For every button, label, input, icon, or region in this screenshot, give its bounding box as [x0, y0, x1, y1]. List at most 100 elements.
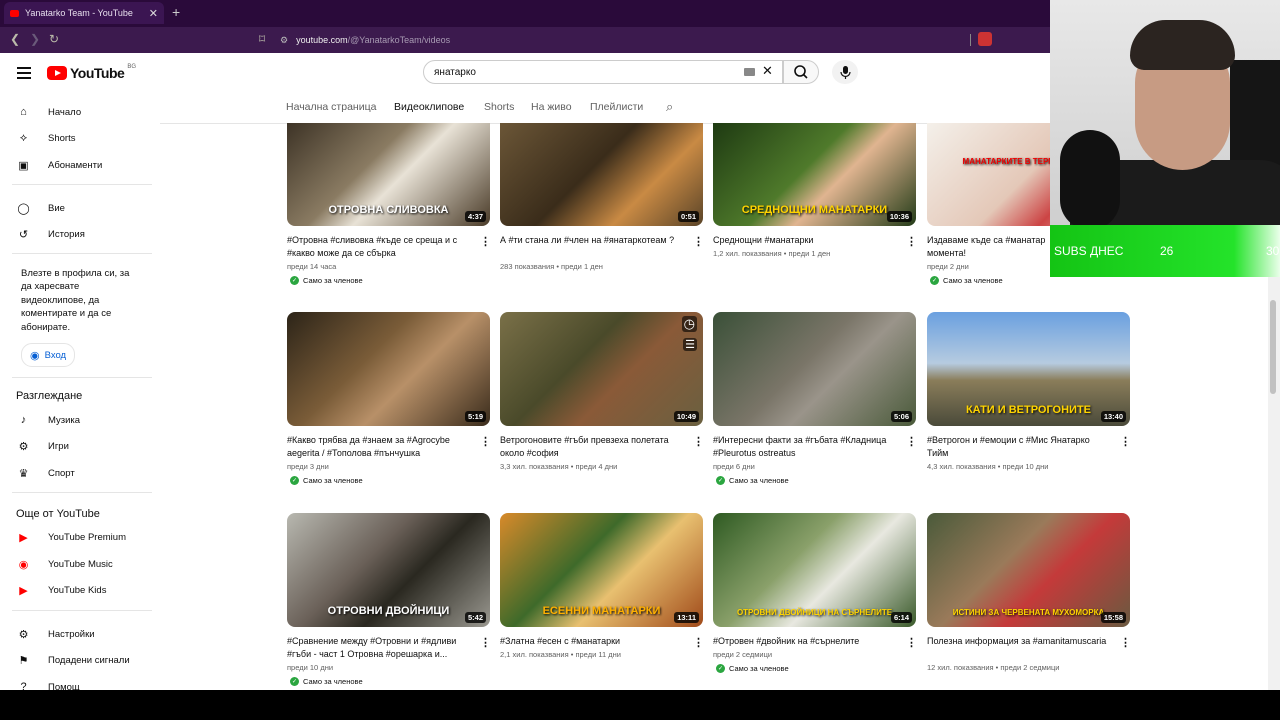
tab-videos[interactable]: Видеоклипове	[394, 101, 464, 113]
video-menu-icon[interactable]: ⋮	[480, 636, 491, 649]
video-menu-icon[interactable]: ⋮	[1120, 636, 1131, 649]
video-thumbnail[interactable]: ОТРОВНИ ДВОЙНИЦИ 5:42	[287, 513, 490, 627]
video-title[interactable]: Ветрогоновите #гъби превзеха полетата ок…	[500, 434, 680, 460]
add-to-queue-icon[interactable]: ☰	[683, 338, 697, 351]
video-thumbnail[interactable]: ЕСЕННИ МАНАТАРКИ 13:11	[500, 513, 703, 627]
video-meta: преди 6 дни	[713, 462, 755, 471]
video-duration: 5:19	[464, 411, 486, 422]
video-menu-icon[interactable]: ⋮	[906, 235, 917, 248]
video-title[interactable]: #Какво трябва да #знаем за #Agrocybe aeg…	[287, 434, 467, 460]
microphone-shape	[1060, 130, 1120, 225]
video-menu-icon[interactable]: ⋮	[480, 435, 491, 448]
search-button[interactable]	[783, 60, 819, 84]
watch-later-icon[interactable]: ◷	[681, 316, 697, 332]
video-menu-icon[interactable]: ⋮	[480, 235, 491, 248]
video-title[interactable]: #Отровна #сливовка #къде се среща и с #к…	[287, 234, 467, 260]
tab-shorts[interactable]: Shorts	[484, 101, 514, 113]
video-menu-icon[interactable]: ⋮	[1120, 435, 1131, 448]
sidebar-item-report[interactable]: ⚑ Подадени сигнали	[0, 650, 155, 670]
forward-icon[interactable]: ❯	[30, 32, 40, 46]
new-tab-icon[interactable]: +	[172, 4, 180, 20]
sidebar-item-help[interactable]: ? Помощ	[0, 677, 155, 690]
sidebar-item-label: YouTube Kids	[48, 584, 107, 596]
video-title[interactable]: #Отровен #двойник на #сърнелите	[713, 635, 893, 648]
shorts-icon: ⟡	[19, 131, 28, 144]
youtube-logo[interactable]: YouTube BG	[47, 64, 136, 81]
video-menu-icon[interactable]: ⋮	[693, 235, 704, 248]
back-icon[interactable]: ❮	[10, 32, 20, 46]
video-meta: 283 показвания • преди 1 ден	[500, 262, 603, 271]
video-thumbnail[interactable]: СРЕДНОЩНИ МАНАТАРКИ 10:36	[713, 123, 916, 226]
sidebar-divider	[12, 253, 152, 254]
sidebar-item-kids[interactable]: ▶ YouTube Kids	[0, 580, 155, 600]
voice-search-button[interactable]	[832, 60, 858, 84]
signin-button[interactable]: ◉ Вход	[21, 343, 76, 367]
explore-heading: Разглеждане	[16, 390, 83, 402]
you-icon: ◯	[17, 202, 30, 215]
video-title[interactable]: #Сравнение между #Отровни и #ядливи #гъб…	[287, 635, 467, 661]
members-label: Само за членове	[303, 476, 363, 485]
thumbnail-caption: ОТРОВНА СЛИВОВКА	[328, 204, 449, 216]
sidebar-item-shorts[interactable]: ⟡ Shorts	[0, 128, 155, 148]
clear-search-icon[interactable]: ✕	[762, 63, 773, 79]
search-input[interactable]: янатарко	[423, 60, 783, 84]
keyboard-icon[interactable]	[744, 68, 755, 76]
video-title[interactable]: Полезна информация за #amanitamuscaria	[927, 635, 1107, 648]
account-icon: ◉	[30, 349, 40, 362]
video-thumbnail[interactable]: 5:06	[713, 312, 916, 426]
sidebar-item-you[interactable]: ◯ Вие	[0, 198, 155, 218]
browser-tab[interactable]: Yanatarko Team - YouTube ✕	[4, 2, 164, 24]
video-menu-icon[interactable]: ⋮	[906, 435, 917, 448]
bottom-black-bar	[0, 690, 1280, 720]
sidebar-item-history[interactable]: ↺ История	[0, 224, 155, 244]
video-title[interactable]: Издаваме къде са #манатар моментa!	[927, 234, 1052, 260]
reload-icon[interactable]: ↻	[49, 32, 59, 46]
video-menu-icon[interactable]: ⋮	[693, 435, 704, 448]
video-thumbnail[interactable]: 0:51	[500, 123, 703, 226]
sidebar-item-music-app[interactable]: ◉ YouTube Music	[0, 554, 155, 574]
site-info-icon[interactable]: ⚙	[280, 35, 288, 46]
video-duration: 5:42	[464, 612, 486, 623]
video-meta: преди 2 дни	[927, 262, 969, 271]
tab-home[interactable]: Начална страница	[286, 101, 376, 113]
webcam-overlay	[1050, 0, 1280, 225]
video-title[interactable]: А #ти стана ли #член на #янатаркотеам ?	[500, 234, 680, 247]
members-only-badge: ✓ Само за членове	[290, 476, 363, 485]
video-title[interactable]: #Интересни факти за #гъбата #Кладница #P…	[713, 434, 893, 460]
sidebar-divider	[12, 492, 152, 493]
menu-icon[interactable]	[17, 67, 31, 82]
members-check-icon: ✓	[290, 677, 299, 686]
video-thumbnail[interactable]: ОТРОВНИ ДВОЙНИЦИ НА СЪРНЕЛИТЕ 6:14	[713, 513, 916, 627]
tab-live[interactable]: На живо	[531, 101, 572, 113]
sidebar-item-home[interactable]: ⌂ Начало	[0, 102, 155, 122]
sidebar-item-label: Настройки	[48, 628, 95, 640]
music-icon: ♪	[20, 414, 27, 426]
sidebar-item-music[interactable]: ♪ Музика	[0, 410, 155, 430]
microphone-icon	[840, 66, 851, 79]
video-thumbnail[interactable]: 5:19	[287, 312, 490, 426]
video-menu-icon[interactable]: ⋮	[693, 636, 704, 649]
sidebar-item-sports[interactable]: ♛ Спорт	[0, 463, 155, 483]
video-title[interactable]: #Златна #есен с #манатарки	[500, 635, 680, 648]
url-host: youtube.com	[296, 35, 348, 45]
url-field[interactable]: ⚙ youtube.com/@YanatarkoTeam/videos	[280, 31, 970, 49]
video-menu-icon[interactable]: ⋮	[906, 636, 917, 649]
video-title[interactable]: Среднощни #манатарки	[713, 234, 893, 247]
sidebar-item-gaming[interactable]: ⚙ Игри	[0, 436, 155, 456]
sidebar-item-settings[interactable]: ⚙ Настройки	[0, 624, 155, 644]
video-duration: 4:37	[464, 211, 486, 222]
video-thumbnail[interactable]: КАТИ И ВЕТРОГОНИТЕ 13:40	[927, 312, 1130, 426]
video-title[interactable]: #Ветрогон и #емоции с #Мис Янатарко Тийм	[927, 434, 1107, 460]
video-thumbnail[interactable]: 10:49 ◷ ☰	[500, 312, 703, 426]
tab-playlists[interactable]: Плейлисти	[590, 101, 643, 113]
shield-extension-icon[interactable]	[978, 32, 992, 46]
channel-search-icon[interactable]: ⌕	[666, 99, 673, 115]
sidebar-item-subscriptions[interactable]: ▣ Абонаменти	[0, 155, 155, 175]
scrollbar-thumb[interactable]	[1270, 300, 1276, 394]
video-thumbnail[interactable]: ИСТИНИ ЗА ЧЕРВЕНАТА МУХОМОРКА 15:58	[927, 513, 1130, 627]
sidebar-item-premium[interactable]: ▶ YouTube Premium	[0, 527, 155, 547]
close-tab-icon[interactable]: ✕	[149, 7, 158, 20]
video-thumbnail[interactable]: ОТРОВНА СЛИВОВКА 4:37	[287, 123, 490, 226]
youtube-favicon-icon	[10, 9, 19, 17]
bookmark-icon[interactable]: ⌑	[259, 32, 265, 46]
